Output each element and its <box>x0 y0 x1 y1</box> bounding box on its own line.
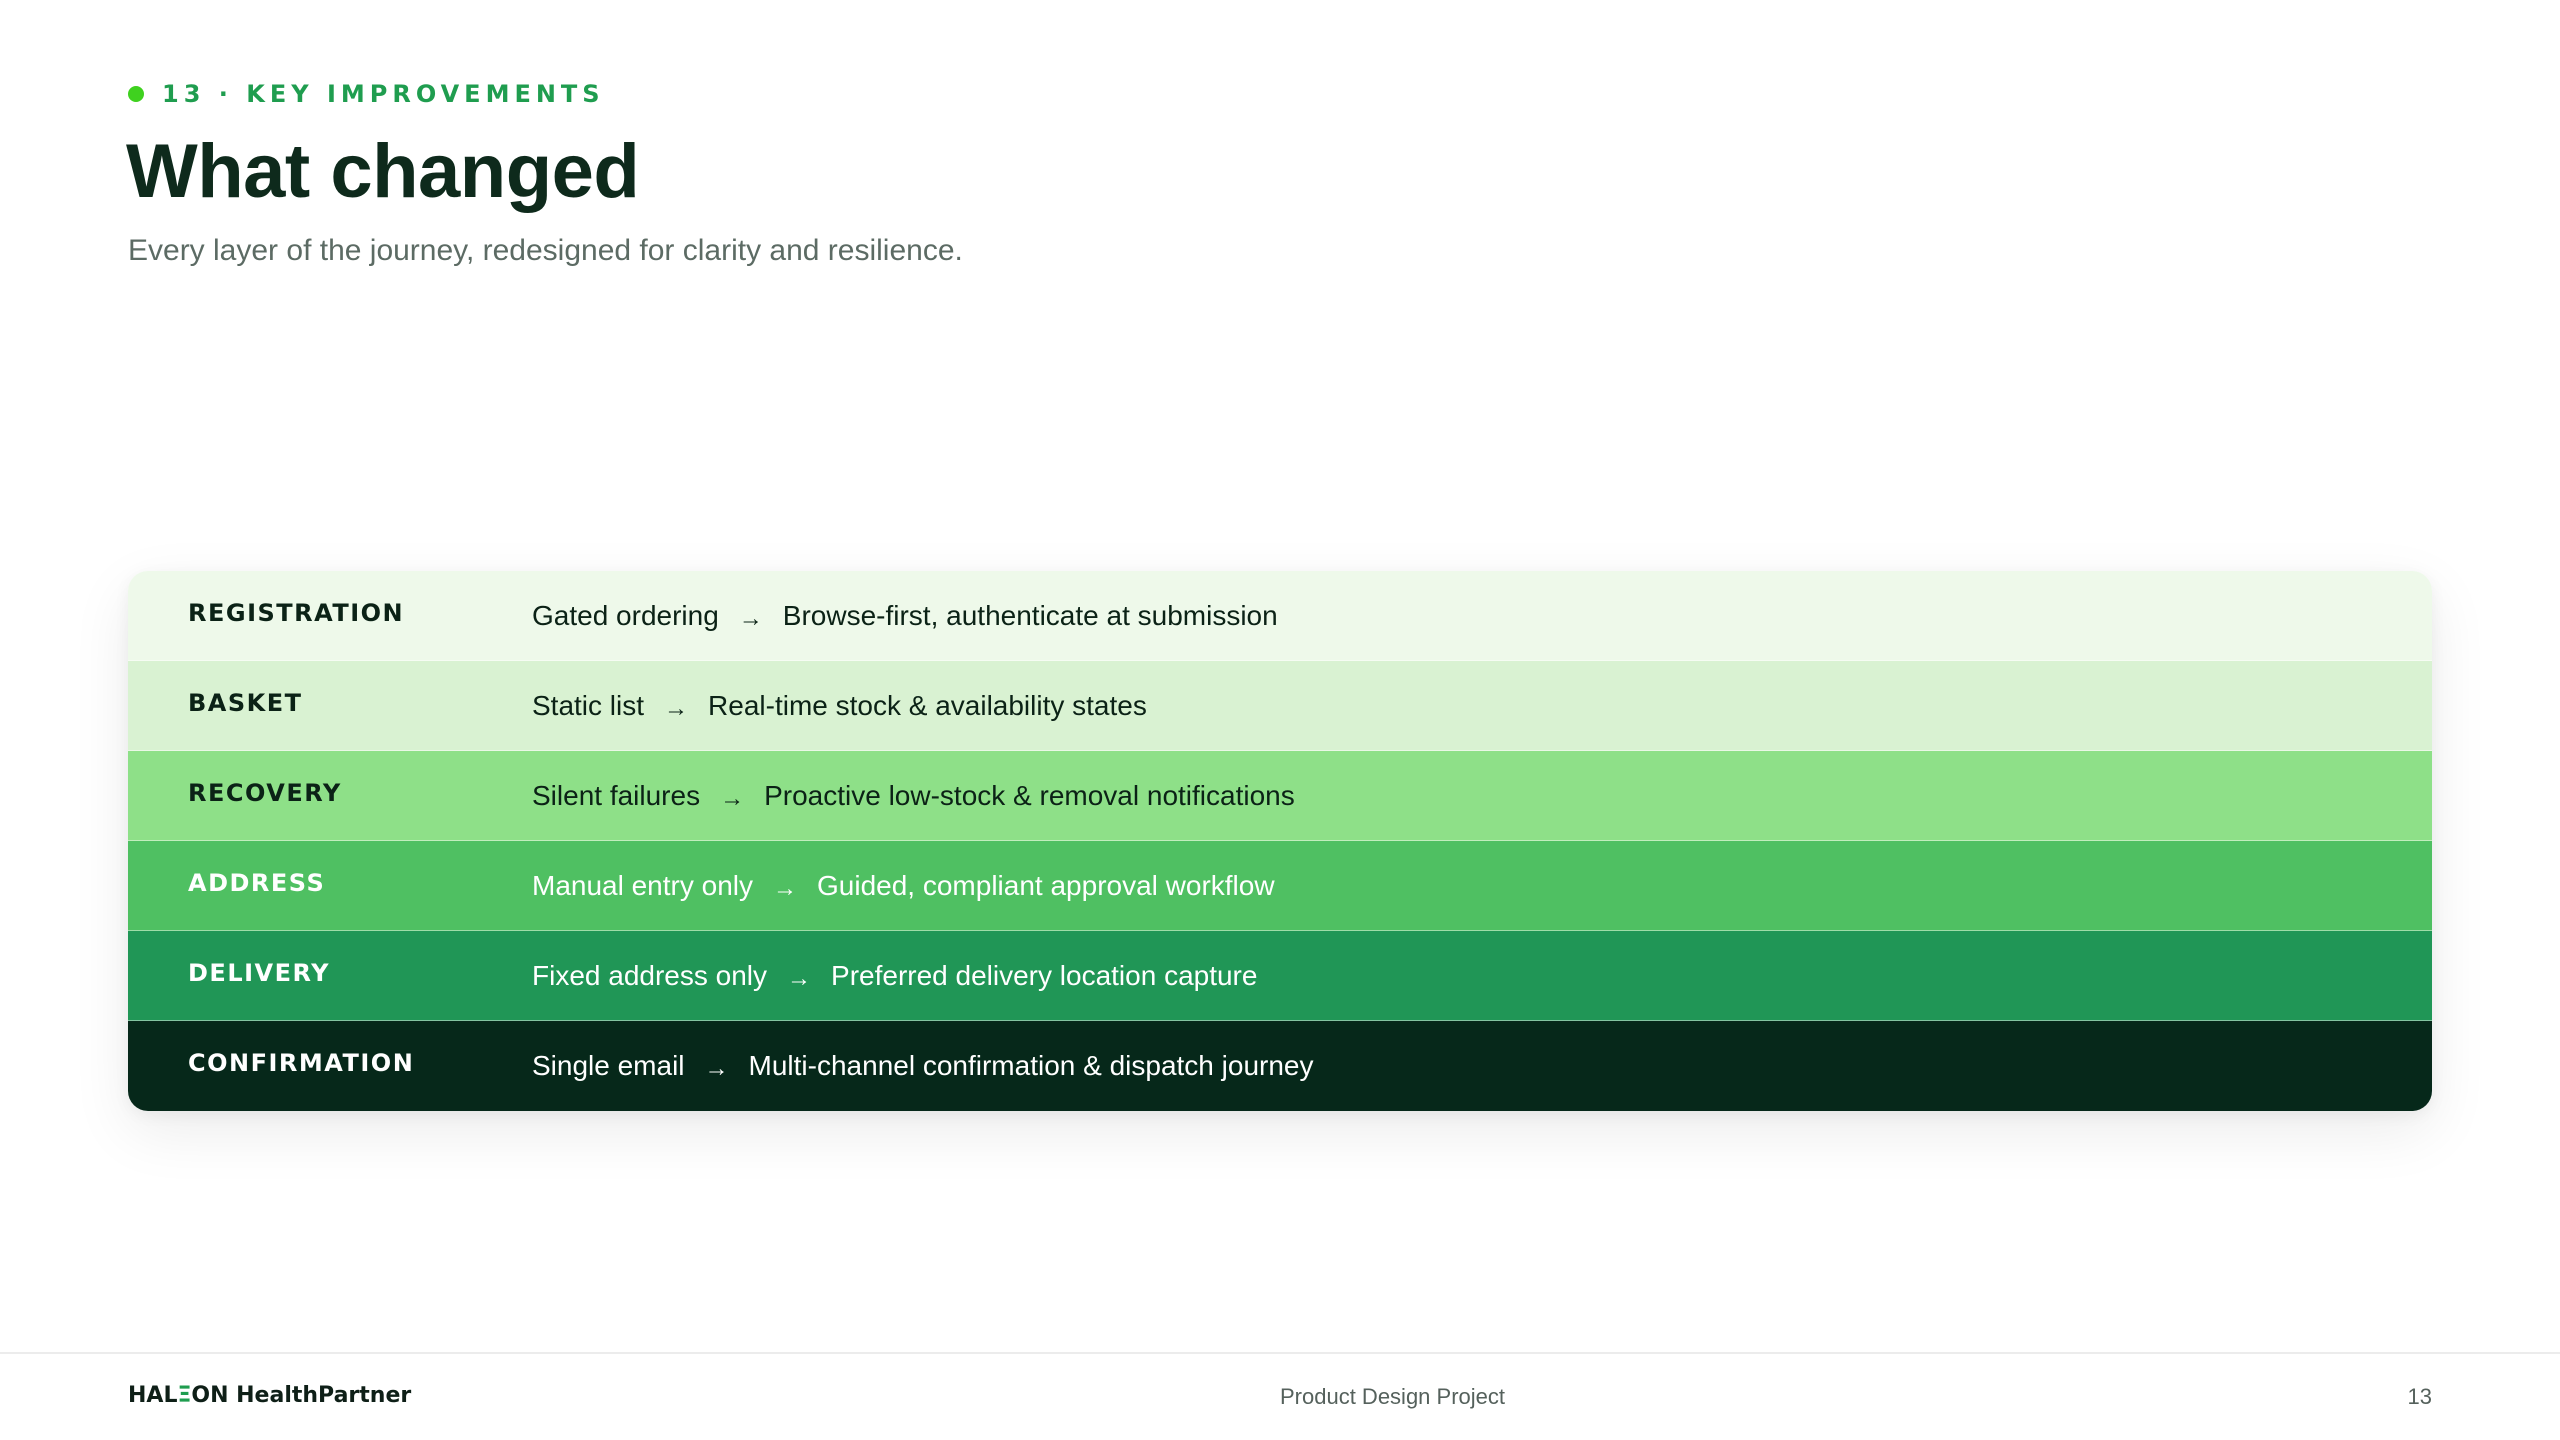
before-text: Static list <box>532 689 645 721</box>
before-text: Single email <box>532 1050 685 1081</box>
table-row: REGISTRATION Gated ordering → Browse-fir… <box>128 571 2432 661</box>
improvements-table: REGISTRATION Gated ordering → Browse-fir… <box>128 571 2432 1111</box>
before-text: Manual entry only <box>532 869 754 901</box>
arrow-right-icon: → <box>704 1055 729 1082</box>
arrow-right-icon: → <box>720 784 745 812</box>
row-label: REGISTRATION <box>188 598 405 627</box>
page-number: 13 <box>2407 1384 2432 1409</box>
section-eyebrow: 13 · KEY IMPROVEMENTS <box>128 80 605 108</box>
brand-logo: HALΞON HealthPartner <box>128 1383 411 1408</box>
footer-project-label: Product Design Project <box>1280 1384 1505 1409</box>
after-text: Proactive low-stock & removal notificati… <box>764 779 1295 811</box>
row-label: ADDRESS <box>188 868 326 897</box>
arrow-right-icon: → <box>787 964 812 992</box>
bullet-dot-icon <box>128 86 144 102</box>
brand-suffix: ON HealthPartner <box>191 1383 412 1408</box>
row-label: CONFIRMATION <box>188 1049 415 1077</box>
eyebrow-text: 13 · KEY IMPROVEMENTS <box>162 80 605 108</box>
after-text: Real-time stock & availability states <box>708 689 1147 721</box>
table-row: BASKET Static list → Real-time stock & a… <box>128 661 2432 751</box>
after-text: Preferred delivery location capture <box>831 959 1258 991</box>
row-change: Single email → Multi-channel confirmatio… <box>532 1050 1313 1082</box>
after-text: Multi-channel confirmation & dispatch jo… <box>748 1050 1314 1081</box>
page-title: What changed <box>126 129 640 214</box>
table-row: DELIVERY Fixed address only → Preferred … <box>128 931 2432 1021</box>
arrow-right-icon: → <box>773 874 798 902</box>
table-row: CONFIRMATION Single email → Multi-channe… <box>128 1021 2432 1111</box>
row-label: DELIVERY <box>188 958 331 987</box>
row-label: BASKET <box>188 688 303 717</box>
row-change: Manual entry only → Guided, compliant ap… <box>532 870 1275 902</box>
brand-prefix: HAL <box>128 1383 178 1408</box>
row-change: Silent failures → Proactive low-stock & … <box>532 780 1295 812</box>
page-subtitle: Every layer of the journey, redesigned f… <box>128 234 963 267</box>
after-text: Browse-first, authenticate at submission <box>782 599 1278 631</box>
before-text: Fixed address only <box>532 959 768 991</box>
row-change: Gated ordering → Browse-first, authentic… <box>532 600 1278 632</box>
footer-divider <box>0 1352 2560 1354</box>
brand-mark-icon: Ξ <box>177 1383 192 1408</box>
table-row: ADDRESS Manual entry only → Guided, comp… <box>128 841 2432 931</box>
arrow-right-icon: → <box>664 694 689 722</box>
table-row: RECOVERY Silent failures → Proactive low… <box>128 751 2432 841</box>
row-change: Static list → Real-time stock & availabi… <box>532 690 1147 722</box>
before-text: Silent failures <box>532 779 701 811</box>
row-label: RECOVERY <box>188 778 342 807</box>
row-change: Fixed address only → Preferred delivery … <box>532 960 1257 992</box>
arrow-right-icon: → <box>738 604 763 632</box>
before-text: Gated ordering <box>532 599 719 631</box>
after-text: Guided, compliant approval workflow <box>817 869 1275 901</box>
